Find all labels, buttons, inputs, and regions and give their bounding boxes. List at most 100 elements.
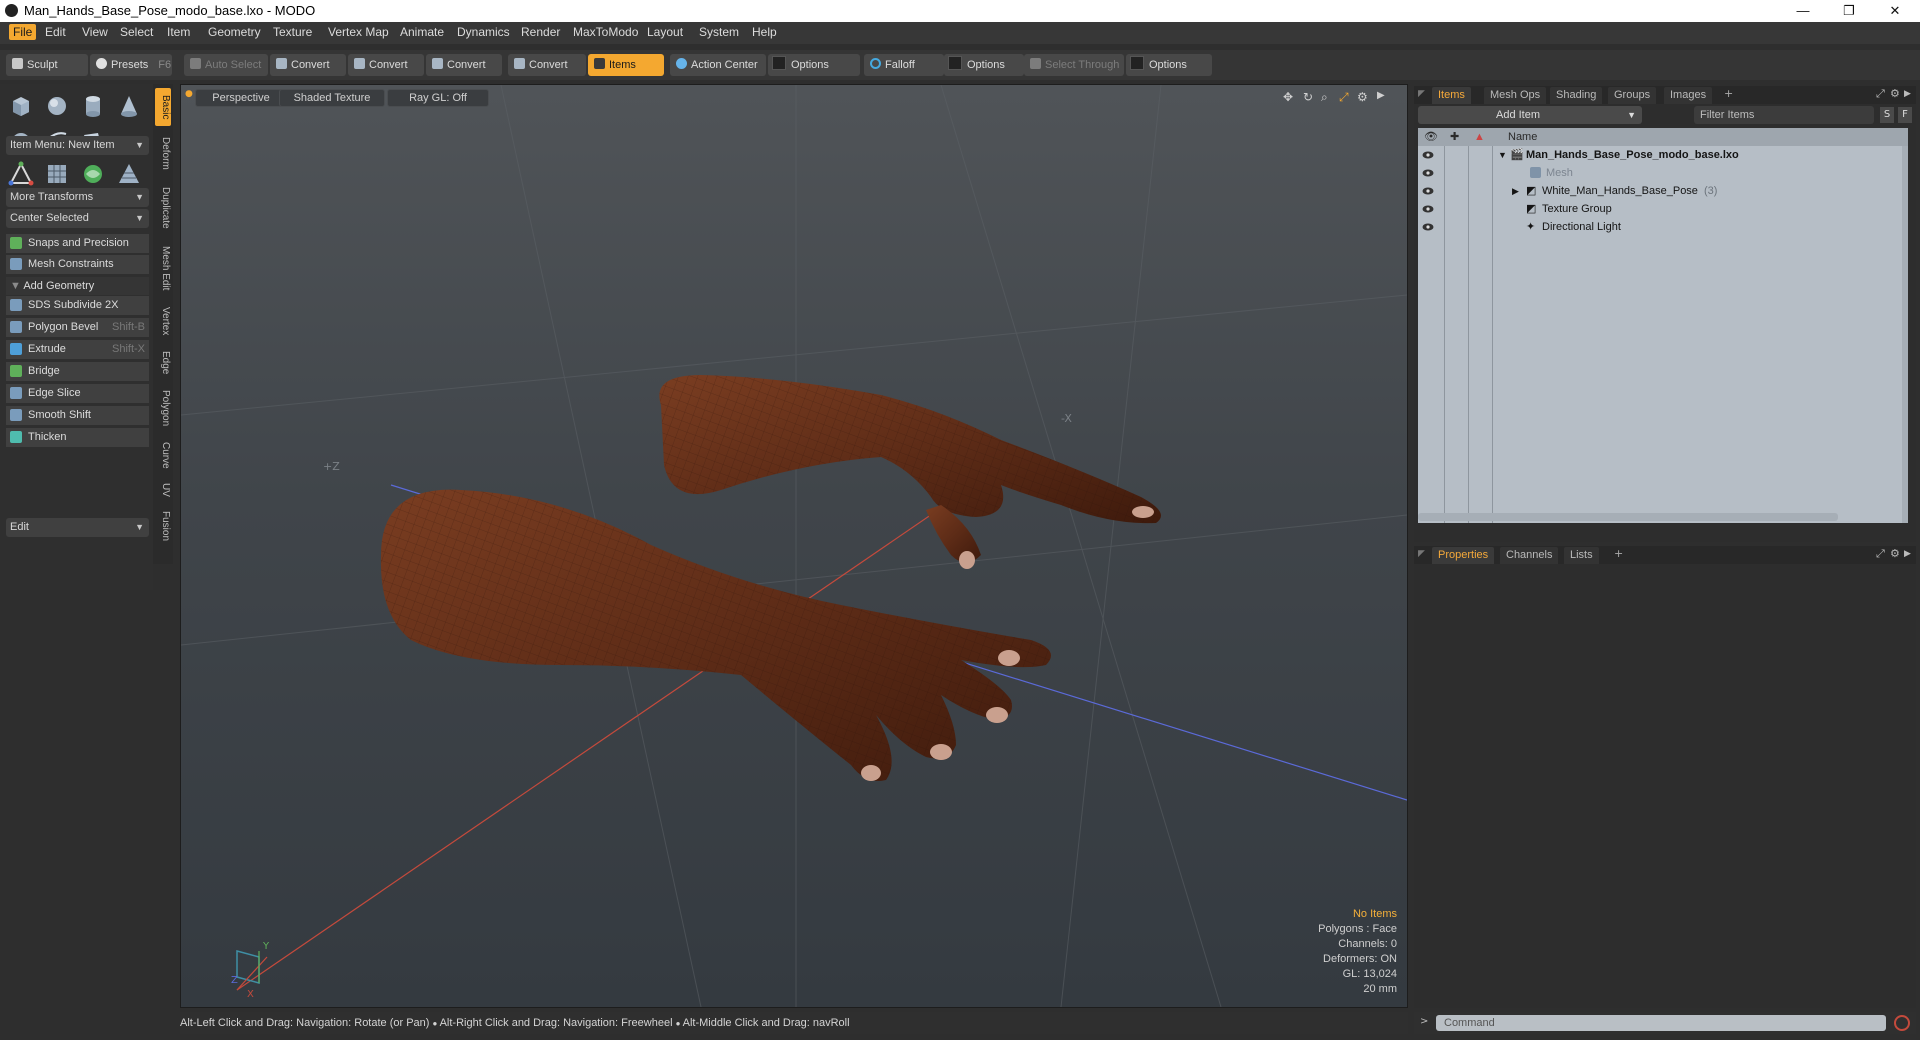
tree-row-light[interactable]: ✦ Directional Light [1418, 218, 1908, 236]
scale-icon[interactable] [116, 161, 142, 187]
filter-s-button[interactable]: S [1880, 107, 1894, 123]
eye-icon[interactable] [1422, 204, 1434, 214]
rotate-sphere-icon[interactable] [80, 161, 106, 187]
eye-icon[interactable] [1422, 222, 1434, 232]
maximize-panel-icon[interactable]: ⤢ [1876, 87, 1885, 101]
bridge-button[interactable]: Bridge [6, 362, 149, 381]
more-transforms-dropdown[interactable]: More Transforms ▼ [6, 188, 149, 207]
add-item-dropdown[interactable]: Add Item ▼ [1418, 106, 1642, 124]
panel-arrow-icon[interactable]: ▶ [1904, 549, 1911, 559]
3d-viewport[interactable]: ● Perspective Shaded Texture Ray GL: Off… [180, 84, 1408, 1008]
menu-render[interactable]: Render [521, 25, 560, 39]
tab-channels[interactable]: Channels [1500, 547, 1559, 564]
polygon-bevel-button[interactable]: Polygon Bevel Shift-B [6, 318, 149, 337]
tab-vertex[interactable]: Vertex [155, 300, 171, 342]
smooth-shift-button[interactable]: Smooth Shift [6, 406, 149, 425]
tree-scrollbar[interactable] [1902, 146, 1908, 523]
cube-icon[interactable] [8, 93, 34, 119]
add-tab-icon[interactable]: + [1614, 547, 1623, 560]
filter-f-button[interactable]: F [1898, 107, 1912, 123]
menu-help[interactable]: Help [752, 25, 777, 39]
panel-menu-icon[interactable]: ◤ [1418, 549, 1425, 559]
menu-view[interactable]: View [82, 25, 108, 39]
tab-images[interactable]: Images [1664, 87, 1713, 104]
minimize-button[interactable]: — [1780, 0, 1826, 22]
tree-row-group[interactable]: ▶ ◩ White_Man_Hands_Base_Pose (3) [1418, 182, 1908, 200]
menu-animate[interactable]: Animate [400, 25, 444, 39]
expand-arrow-icon[interactable]: ▼ [1498, 146, 1507, 164]
panel-arrow-icon[interactable]: ▶ [1904, 89, 1911, 99]
filter-items-input[interactable]: Filter Items [1694, 106, 1874, 124]
panel-menu-icon[interactable]: ◤ [1418, 89, 1425, 99]
menu-edit[interactable]: Edit [45, 25, 66, 39]
command-input[interactable]: Command [1436, 1015, 1886, 1031]
grid-icon[interactable] [44, 161, 70, 187]
action-center-options[interactable]: Options [768, 54, 860, 76]
tree-row-mesh[interactable]: Mesh [1418, 164, 1908, 182]
cylinder-icon[interactable] [80, 93, 106, 119]
sphere-icon[interactable] [44, 93, 70, 119]
tab-uv[interactable]: UV [155, 478, 171, 502]
menu-select[interactable]: Select [120, 25, 153, 39]
tab-groups[interactable]: Groups [1608, 87, 1657, 104]
sculpt-button[interactable]: Sculpt [6, 54, 88, 76]
maximize-button[interactable]: ❐ [1826, 0, 1872, 22]
menu-item[interactable]: Item [167, 25, 190, 39]
extrude-button[interactable]: Extrude Shift-X [6, 340, 149, 359]
snaps-precision-button[interactable]: Snaps and Precision [6, 234, 149, 253]
menu-texture[interactable]: Texture [273, 25, 312, 39]
tab-lists[interactable]: Lists [1564, 547, 1599, 564]
tab-basic[interactable]: Basic [155, 88, 171, 126]
convert-polygons-button[interactable]: Convert [426, 54, 502, 76]
mesh-constraints-button[interactable]: Mesh Constraints [6, 255, 149, 274]
sds-subdivide-button[interactable]: SDS Subdivide 2X [6, 296, 149, 315]
edit-dropdown[interactable]: Edit ▼ [6, 518, 149, 537]
expand-arrow-icon[interactable]: ▶ [1512, 182, 1519, 200]
tab-polygon[interactable]: Polygon [155, 384, 171, 432]
eye-icon[interactable] [1422, 186, 1434, 196]
tree-row-scene[interactable]: ▼ 🎬 Man_Hands_Base_Pose_modo_base.lxo [1418, 146, 1908, 164]
tab-fusion[interactable]: Fusion [155, 506, 171, 546]
menu-geometry[interactable]: Geometry [208, 25, 261, 39]
cone-icon[interactable] [116, 93, 142, 119]
transform-icon[interactable] [8, 161, 34, 187]
tab-curve[interactable]: Curve [155, 436, 171, 474]
add-geometry-section[interactable]: ▼ Add Geometry [6, 277, 149, 295]
tab-shading[interactable]: Shading [1550, 87, 1603, 104]
items-mode-button[interactable]: Items [588, 54, 664, 76]
convert-edges-button[interactable]: Convert [348, 54, 424, 76]
tab-mesh-ops[interactable]: Mesh Ops [1484, 87, 1547, 104]
maximize-panel-icon[interactable]: ⤢ [1876, 547, 1885, 561]
thicken-button[interactable]: Thicken [6, 428, 149, 447]
menu-maxtomodo[interactable]: MaxToModo [573, 25, 638, 39]
tab-deform[interactable]: Deform [155, 130, 171, 176]
select-through-button[interactable]: Select Through [1024, 54, 1124, 76]
eye-icon[interactable] [1422, 150, 1434, 160]
close-button[interactable]: ✕ [1872, 0, 1918, 22]
menu-system[interactable]: System [699, 25, 739, 39]
tree-row-texture-group[interactable]: ◩ Texture Group [1418, 200, 1908, 218]
auto-select-button[interactable]: Auto Select [184, 54, 268, 76]
select-through-options[interactable]: Options [1126, 54, 1212, 76]
tab-properties[interactable]: Properties [1432, 547, 1495, 564]
action-center-button[interactable]: Action Center [670, 54, 766, 76]
gear-icon[interactable]: ⚙ [1890, 87, 1900, 100]
item-menu-dropdown[interactable]: Item Menu: New Item ▼ [6, 136, 149, 155]
presets-button[interactable]: Presets F6 [90, 54, 172, 76]
center-selected-dropdown[interactable]: Center Selected ▼ [6, 209, 149, 228]
menu-vertex-map[interactable]: Vertex Map [328, 25, 389, 39]
menu-dynamics[interactable]: Dynamics [457, 25, 510, 39]
tree-horizontal-scrollbar[interactable] [1418, 513, 1838, 521]
tab-mesh-edit[interactable]: Mesh Edit [155, 240, 171, 296]
falloff-button[interactable]: Falloff [864, 54, 944, 76]
menu-file[interactable]: File [9, 24, 37, 40]
eye-icon[interactable] [1422, 168, 1434, 178]
gear-icon[interactable]: ⚙ [1890, 547, 1900, 560]
edge-slice-button[interactable]: Edge Slice [6, 384, 149, 403]
convert-items-button[interactable]: Convert [508, 54, 586, 76]
menu-layout[interactable]: Layout [647, 25, 683, 39]
tab-edge[interactable]: Edge [155, 346, 171, 380]
name-column-header[interactable]: Name [1508, 128, 1537, 146]
convert-vertices-button[interactable]: Convert [270, 54, 346, 76]
record-icon[interactable] [1894, 1015, 1910, 1031]
